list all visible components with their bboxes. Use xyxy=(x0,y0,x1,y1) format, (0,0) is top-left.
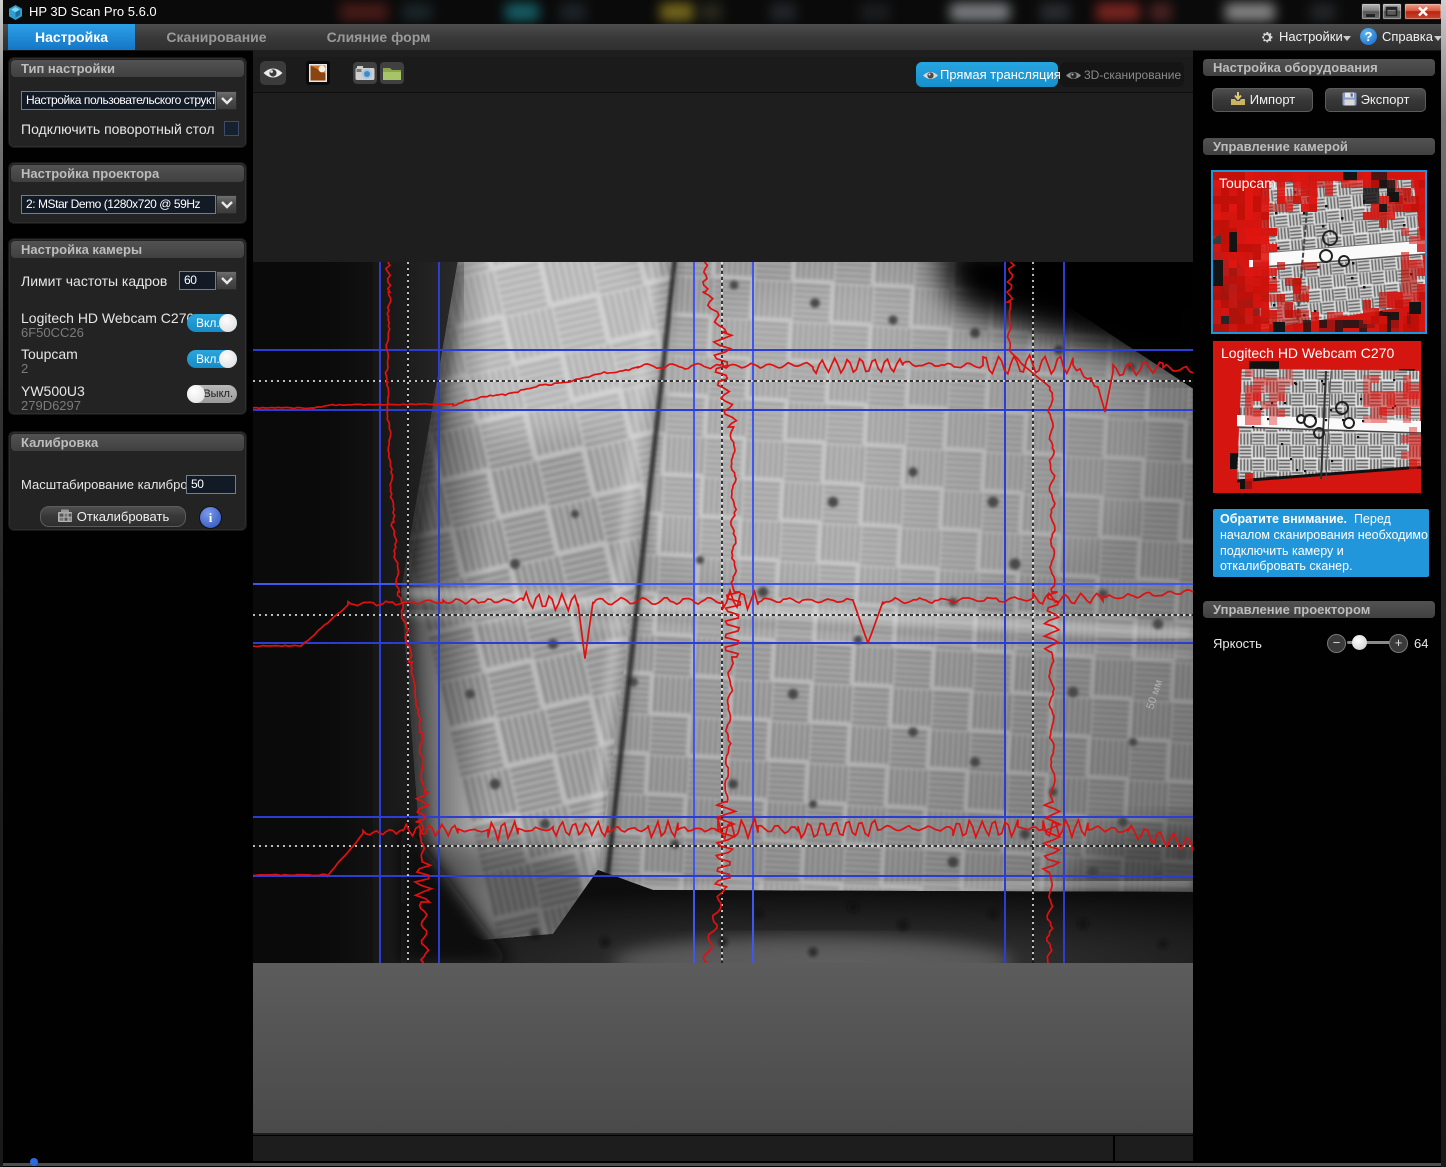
svg-text:Toupcam: Toupcam xyxy=(1219,175,1276,191)
svg-text:Logitech HD Webcam C270: Logitech HD Webcam C270 xyxy=(1221,345,1394,361)
